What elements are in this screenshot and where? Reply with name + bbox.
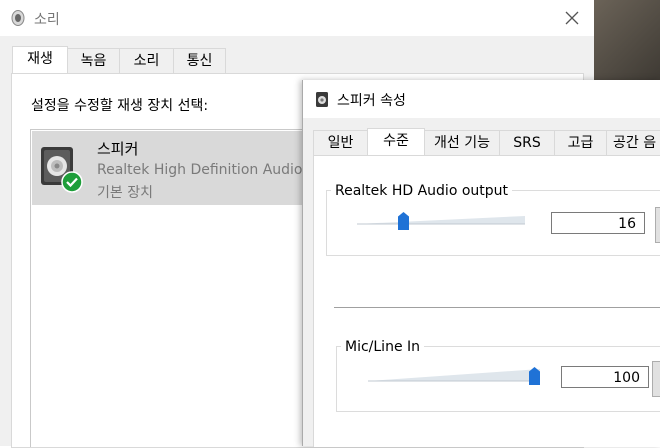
levels-panel: Realtek HD Audio output 16 Mic/Line In 1… xyxy=(313,155,660,447)
device-select-prompt: 설정을 수정할 재생 장치 선택: xyxy=(31,98,209,114)
device-name: 스피커 xyxy=(97,140,139,158)
mic-level-value[interactable]: 100 xyxy=(561,366,649,388)
tab-recording[interactable]: 녹음 xyxy=(67,48,120,73)
tab-playback[interactable]: 재생 xyxy=(12,46,68,75)
tab-spatial-sound[interactable]: 공간 음 xyxy=(606,130,660,154)
tab-advanced[interactable]: 고급 xyxy=(554,130,607,155)
list-item[interactable]: 스피커 Realtek High Definition Audio 기본 장치 xyxy=(32,131,311,205)
tab-srs[interactable]: SRS xyxy=(499,130,555,155)
window-title: 스피커 속성 xyxy=(337,93,406,109)
output-balance-button[interactable] xyxy=(655,207,660,243)
title-bar: 소리 xyxy=(0,0,594,36)
checkmark-icon xyxy=(61,171,83,193)
output-volume-slider[interactable] xyxy=(357,210,525,230)
speaker-app-icon xyxy=(11,10,25,26)
output-level-label: Realtek HD Audio output xyxy=(331,183,513,199)
slider-track xyxy=(357,216,525,225)
divider xyxy=(334,307,660,308)
tab-strip: 일반 수준 개선 기능 SRS 고급 공간 음 xyxy=(313,128,660,157)
speaker-app-icon xyxy=(316,92,328,107)
device-description: Realtek High Definition Audio xyxy=(97,162,303,178)
device-list: 스피커 Realtek High Definition Audio 기본 장치 xyxy=(30,129,311,447)
close-icon[interactable] xyxy=(560,6,584,30)
tab-sounds[interactable]: 소리 xyxy=(119,48,174,73)
mic-mute-button[interactable] xyxy=(652,361,660,397)
device-status: 기본 장치 xyxy=(97,185,153,201)
speaker-icon xyxy=(41,147,83,193)
mic-volume-slider[interactable] xyxy=(368,365,540,385)
title-bar: 스피커 속성 xyxy=(303,80,660,118)
tab-communications[interactable]: 통신 xyxy=(173,48,226,73)
tab-enhancements[interactable]: 개선 기능 xyxy=(424,130,500,155)
output-level-value[interactable]: 16 xyxy=(551,212,645,234)
slider-track xyxy=(368,369,540,382)
mic-level-label: Mic/Line In xyxy=(341,339,425,355)
tab-general[interactable]: 일반 xyxy=(313,130,368,155)
tab-levels[interactable]: 수준 xyxy=(367,128,425,157)
speaker-properties-window: 스피커 속성 일반 수준 개선 기능 SRS 고급 공간 음 Realtek H… xyxy=(302,80,660,447)
window-title: 소리 xyxy=(34,12,60,28)
